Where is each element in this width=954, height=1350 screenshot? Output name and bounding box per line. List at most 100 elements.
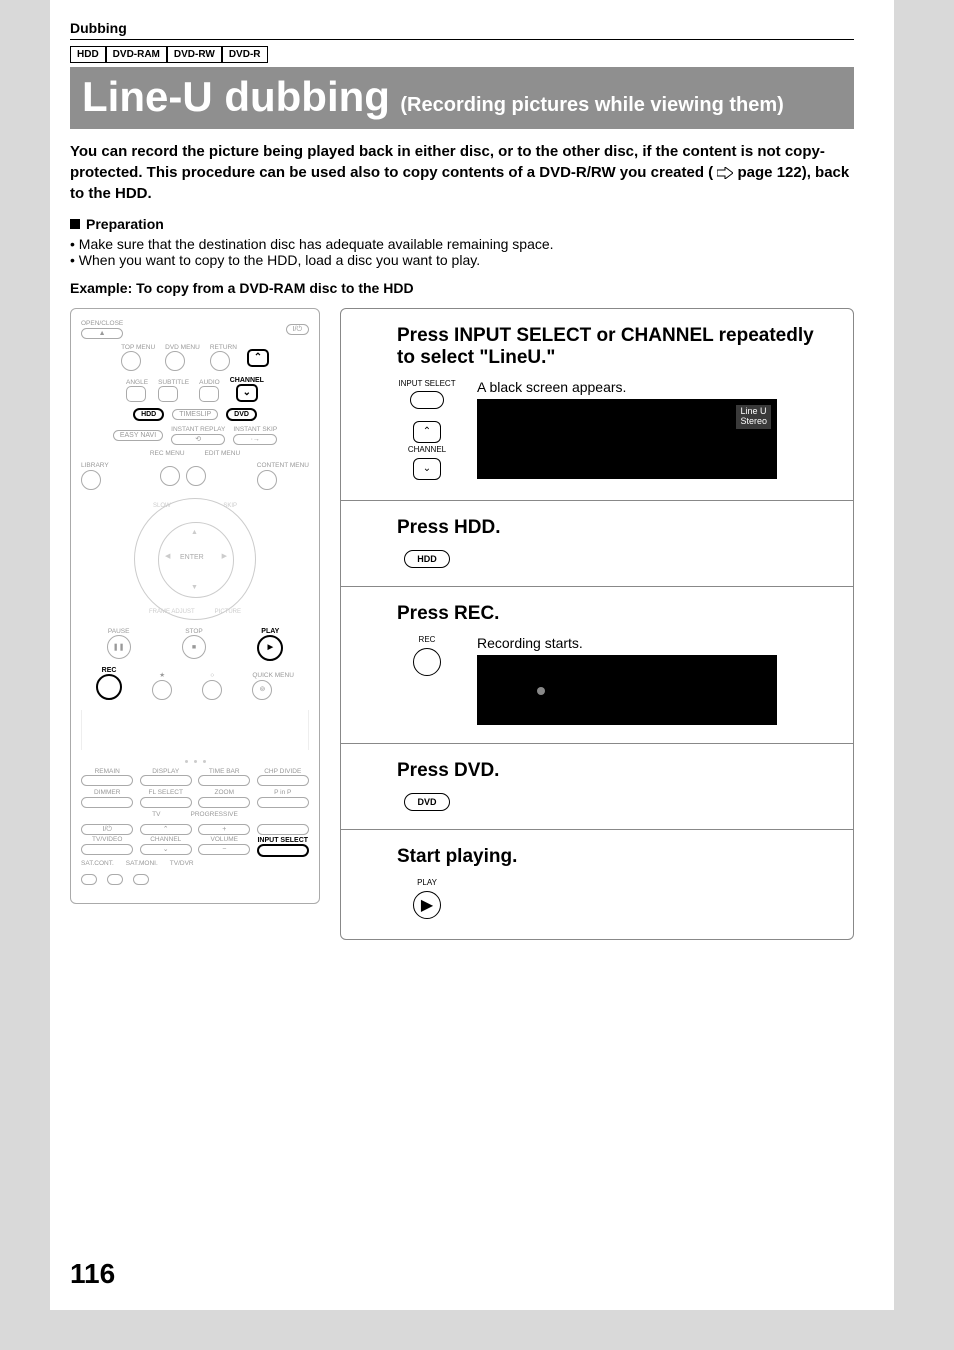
- tv-ch-up-button: ⌃: [140, 824, 192, 835]
- subtitle-button: [158, 386, 178, 402]
- audio-button: [199, 386, 219, 402]
- remote-column: OPEN/CLOSE ▲ I/⏻ TOP MENU DVD MENU RETUR…: [70, 308, 320, 940]
- page-ref-arrow-icon: [717, 167, 733, 179]
- topmenu-button: [121, 351, 141, 371]
- flselect-button: [140, 797, 192, 808]
- format-tags: HDD DVD-RAM DVD-RW DVD-R: [70, 46, 854, 63]
- timebar-button: [198, 775, 250, 786]
- adjust-label: ADJUST: [171, 609, 194, 615]
- eject-icon: ▲: [81, 328, 123, 339]
- inputselect-button: [257, 844, 309, 857]
- black-screen-preview: Line U Stereo: [477, 399, 777, 479]
- inputselect-label: INPUT SELECT: [257, 837, 309, 844]
- example-heading: Example: To copy from a DVD-RAM disc to …: [70, 280, 854, 296]
- vol-up-button: +: [198, 824, 250, 835]
- tv-label: TV: [152, 812, 160, 819]
- step-1-icons: INPUT SELECT ⌃ CHANNEL ⌄: [397, 379, 457, 482]
- remote-control-diagram: OPEN/CLOSE ▲ I/⏻ TOP MENU DVD MENU RETUR…: [70, 308, 320, 904]
- enter-label: ENTER: [180, 554, 204, 561]
- rec-label: REC: [96, 667, 122, 674]
- manual-page: Dubbing HDD DVD-RAM DVD-RW DVD-R Line-U …: [50, 0, 894, 1310]
- return-button: [210, 351, 230, 371]
- step-2-title: Press HDD.: [397, 517, 833, 539]
- power-icon: I/⏻: [286, 324, 309, 335]
- recmenu-label: REC MENU: [150, 451, 185, 458]
- channel2-label: CHANNEL: [140, 837, 192, 844]
- picture-label: PICTURE: [215, 609, 241, 615]
- editmenu-label: EDIT MENU: [205, 451, 241, 458]
- stop-label: STOP: [182, 629, 206, 636]
- recording-screen: [477, 655, 777, 725]
- intro-part1: You can record the picture being played …: [70, 143, 825, 181]
- step-3-detail: Recording starts.: [477, 635, 777, 725]
- slow-label: SLOW: [153, 503, 171, 509]
- instant-skip-button: ·→: [233, 434, 277, 445]
- tv-ch-down-button: ⌄: [140, 844, 192, 855]
- pinp-label: P in P: [257, 790, 309, 797]
- pause-label: PAUSE: [107, 629, 131, 636]
- step-5-icon: PLAY ▶: [397, 878, 457, 921]
- dvdmenu-button: [165, 351, 185, 371]
- tag-dvd-rw: DVD-RW: [167, 46, 222, 63]
- pinp-button: [257, 797, 309, 808]
- star-label: ★: [152, 673, 172, 680]
- dot-row: [81, 760, 309, 763]
- play-label: PLAY: [257, 628, 283, 635]
- step-5: Start playing. PLAY ▶: [341, 830, 853, 939]
- circle-label: ○: [202, 673, 222, 680]
- title-main: Line-U dubbing: [82, 73, 390, 120]
- audio-label: AUDIO: [199, 380, 220, 387]
- rec-button: [96, 674, 122, 700]
- section-heading: Dubbing: [70, 20, 854, 40]
- step-3-title: Press REC.: [397, 603, 833, 625]
- progressive-label: PROGRESSIVE: [190, 812, 237, 819]
- menu-btn-2: [186, 466, 206, 486]
- play-label-step: PLAY: [397, 878, 457, 887]
- zoom-label: ZOOM: [198, 790, 250, 797]
- tag-dvd-r: DVD-R: [222, 46, 268, 63]
- line-u-badge: Line U Stereo: [736, 405, 771, 429]
- channel-label: CHANNEL: [230, 377, 264, 384]
- tvvideo-button: [81, 844, 133, 855]
- dpad: SLOW SKIP ▲ ▼ ◀ ▶ ENTER FRAME ADJUST PIC…: [134, 498, 256, 620]
- chpdivide-button: [257, 775, 309, 786]
- step-1: Press INPUT SELECT or CHANNEL repeatedly…: [341, 309, 853, 501]
- tv-power-button: I/⏻: [81, 824, 133, 835]
- stop-button: ■: [182, 635, 206, 659]
- step-4-icon: DVD: [397, 792, 457, 811]
- contentmenu-button: [257, 470, 277, 490]
- topmenu-label: TOP MENU: [121, 345, 155, 352]
- steps-column: Press INPUT SELECT or CHANNEL repeatedly…: [340, 308, 854, 940]
- star-button: [152, 680, 172, 700]
- tvvideo-label: TV/VIDEO: [81, 837, 133, 844]
- prep-bullet-2: When you want to copy to the HDD, load a…: [70, 252, 854, 268]
- step-3: Press REC. REC Recording starts.: [341, 587, 853, 744]
- prep-bullet-1: Make sure that the destination disc has …: [70, 236, 854, 252]
- hdd-pill-icon: HDD: [404, 550, 450, 568]
- dvdmenu-label: DVD MENU: [165, 345, 200, 352]
- open-close-label: OPEN/CLOSE: [81, 321, 123, 328]
- play-round-icon: ▶: [413, 891, 441, 919]
- badge-line2: Stereo: [740, 417, 767, 427]
- satcont-label: SAT.CONT.: [81, 861, 114, 868]
- channel-down-button: ⌄: [236, 384, 258, 402]
- dimmer-label: DIMMER: [81, 790, 133, 797]
- input-select-label: INPUT SELECT: [397, 379, 457, 388]
- step-4: Press DVD. DVD: [341, 744, 853, 830]
- timeslip-button: TIMESLIP: [172, 409, 218, 420]
- chpdivide-label: CHP DIVIDE: [257, 769, 309, 776]
- remote-gap: [81, 710, 309, 750]
- rec-round-icon: [413, 648, 441, 676]
- pause-button: ❚❚: [107, 635, 131, 659]
- dimmer-button: [81, 797, 133, 808]
- tvdvr-label: TV/DVR: [170, 861, 194, 868]
- channel-up-button: ⌃: [247, 349, 269, 367]
- intro-text: You can record the picture being played …: [70, 141, 854, 204]
- volume-label: VOLUME: [198, 837, 250, 844]
- contentmenu-label: CONTENT MENU: [257, 463, 309, 470]
- preparation-heading: Preparation: [70, 216, 854, 232]
- display-button: [140, 775, 192, 786]
- satmoni-label: SAT.MONI.: [126, 861, 158, 868]
- menu-btn-1: [160, 466, 180, 486]
- step-1-detail: A black screen appears. Line U Stereo: [477, 379, 777, 479]
